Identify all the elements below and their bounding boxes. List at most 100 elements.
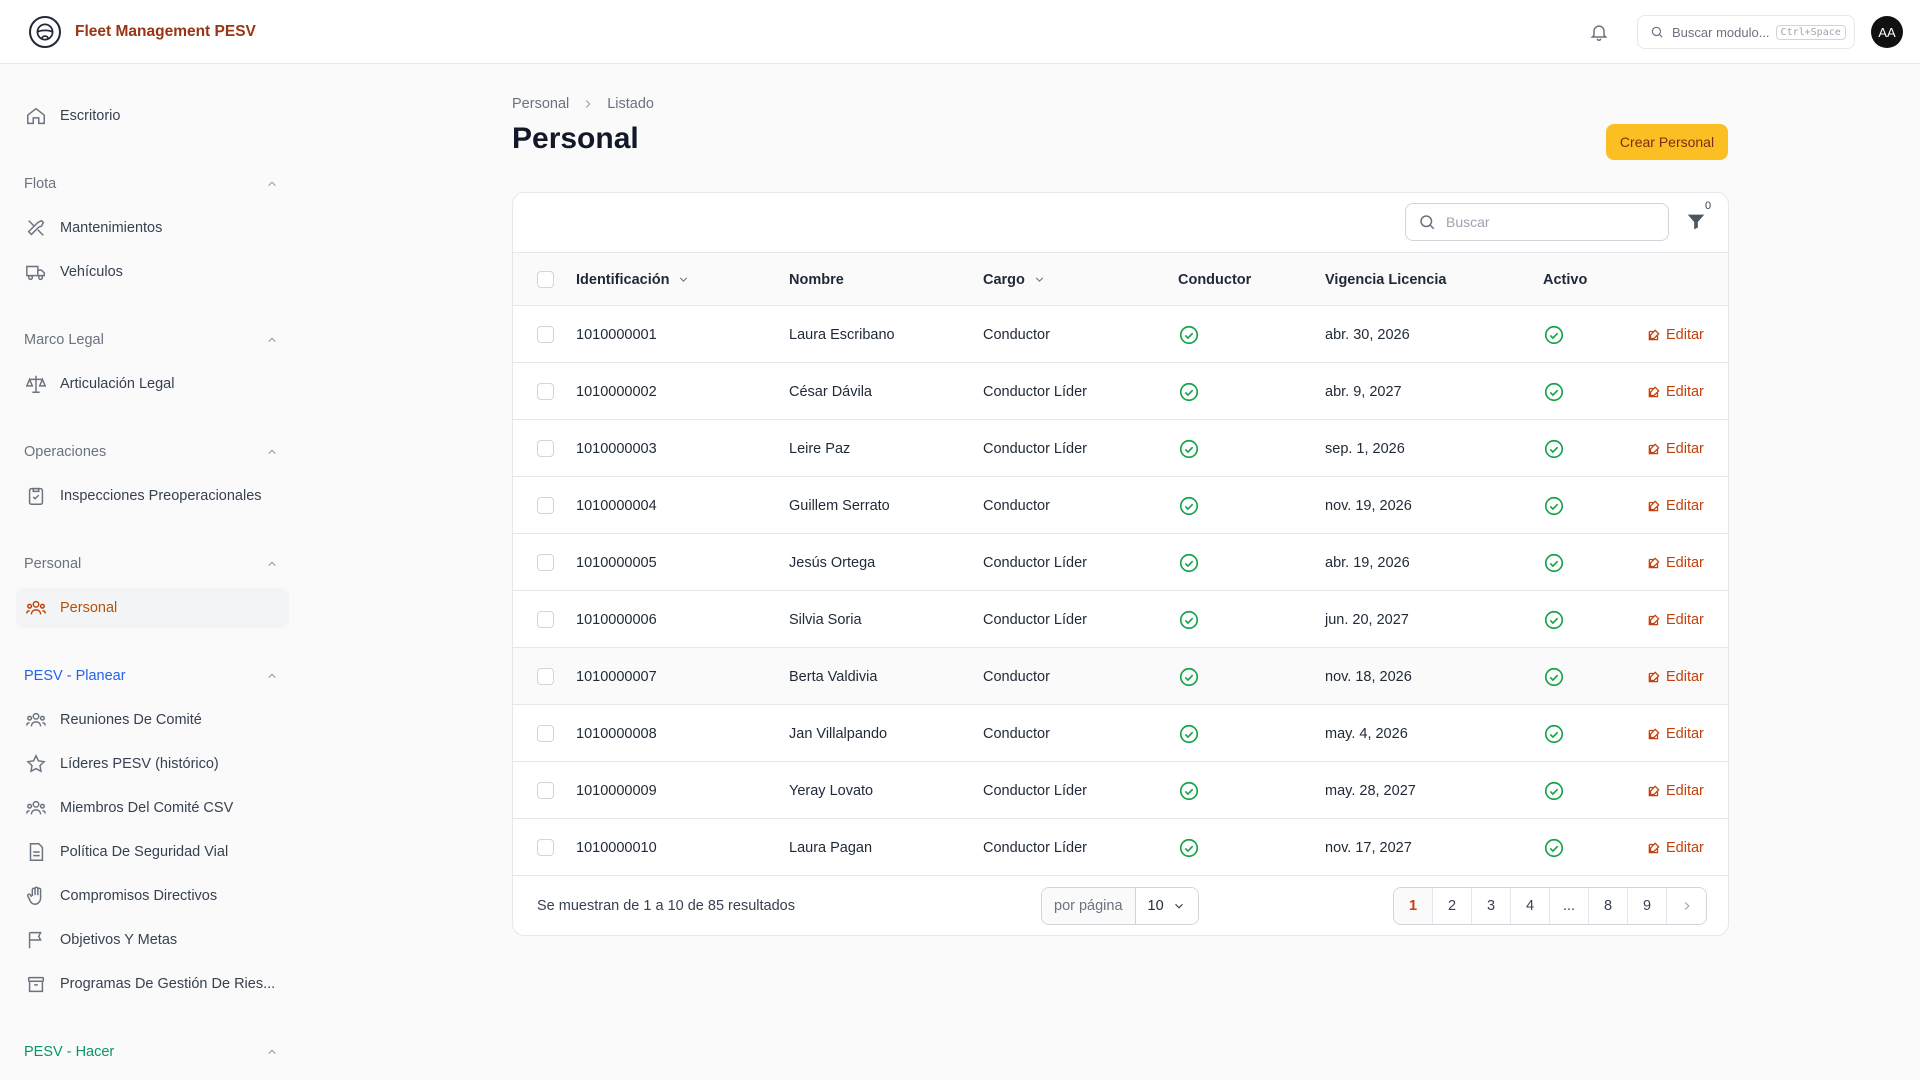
sidebar-item-personal[interactable]: Personal [16, 588, 289, 628]
row-checkbox[interactable] [537, 363, 554, 420]
row-checkbox[interactable] [537, 591, 554, 648]
row-checkbox[interactable] [537, 477, 554, 534]
edit-button[interactable]: Editar [1647, 612, 1704, 628]
chevron-up-icon [264, 668, 280, 684]
table-row[interactable]: 1010000004 Guillem Serrato Conductor nov. 1… [513, 477, 1728, 534]
create-personal-button[interactable]: Crear Personal [1606, 124, 1728, 160]
sidebar-group-operaciones[interactable]: Operaciones [24, 440, 280, 464]
cell-vigencia: abr. 30, 2026 [1325, 326, 1410, 343]
per-page-select[interactable]: por página 10 [1041, 887, 1199, 925]
pagination: 1 2 3 4... 8 9 [1393, 887, 1707, 925]
cell-cargo: Conductor [983, 725, 1050, 742]
page-button[interactable]: 1 [1394, 888, 1433, 924]
table-search-input[interactable] [1446, 214, 1646, 230]
edit-label: Editar [1666, 782, 1704, 799]
cell-identificacion: 1010000006 [576, 611, 657, 628]
table-row[interactable]: 1010000007 Berta Valdivia Conductor nov. 18… [513, 648, 1728, 705]
sidebar-item-inspecciones[interactable]: Inspecciones Preoperacionales [16, 476, 289, 516]
table-row[interactable]: 1010000010 Laura Pagan Conductor Líder nov.… [513, 819, 1728, 876]
sidebar-group-label: Marco Legal [24, 332, 104, 348]
sidebar-item-reuniones[interactable]: Reuniones De Comité [16, 700, 289, 740]
table-row[interactable]: 1010000006 Silvia Soria Conductor Líder jun… [513, 591, 1728, 648]
table-row[interactable]: 1010000001 Laura Escribano Conductor abr. 3… [513, 306, 1728, 363]
edit-label: Editar [1666, 440, 1704, 457]
sidebar-item-label: Compromisos Directivos [60, 888, 218, 904]
page-button[interactable]: 3 [1472, 888, 1511, 924]
edit-label: Editar [1666, 497, 1704, 514]
edit-button[interactable]: Editar [1647, 327, 1704, 343]
row-checkbox[interactable] [537, 306, 554, 363]
sidebar-group-pesv-hacer[interactable]: PESV - Hacer [24, 1040, 280, 1064]
sidebar-item-objetivos[interactable]: Objetivos Y Metas [16, 920, 289, 960]
next-page-button[interactable] [1667, 888, 1706, 924]
column-identificacion[interactable]: Identificación [576, 253, 690, 306]
table-row[interactable]: 1010000009 Yeray Lovato Conductor Líder may… [513, 762, 1728, 819]
check-circle-icon [1543, 420, 1565, 477]
brand[interactable]: Fleet Management PESV [29, 15, 256, 48]
sidebar-item-vehiculos[interactable]: Vehículos [16, 252, 289, 292]
table-row[interactable]: 1010000003 Leire Paz Conductor Líder sep. 1… [513, 420, 1728, 477]
check-circle-icon [1178, 591, 1200, 648]
flag-icon [24, 928, 48, 952]
table-row[interactable]: 1010000002 César Dávila Conductor Líder abr… [513, 363, 1728, 420]
cell-cargo: Conductor [983, 326, 1050, 343]
row-checkbox[interactable] [537, 534, 554, 591]
table-row[interactable]: 1010000005 Jesús Ortega Conductor Líder abr… [513, 534, 1728, 591]
edit-button[interactable]: Editar [1647, 669, 1704, 685]
column-label: Nombre [789, 271, 844, 288]
cell-nombre: Laura Pagan [789, 839, 873, 856]
edit-button[interactable]: Editar [1647, 726, 1704, 742]
sidebar-group-pesv-planear[interactable]: PESV - Planear [24, 664, 280, 688]
table-row[interactable]: 1010000008 Jan Villalpando Conductor may. 4… [513, 705, 1728, 762]
breadcrumb-item[interactable]: Personal [512, 96, 569, 112]
sidebar-item-politica[interactable]: Política De Seguridad Vial [16, 832, 289, 872]
edit-button[interactable]: Editar [1647, 840, 1704, 856]
global-search[interactable]: Buscar modulo... Ctrl+Space [1637, 15, 1855, 49]
sidebar-item-lideres[interactable]: Líderes PESV (histórico) [16, 744, 289, 784]
row-checkbox[interactable] [537, 762, 554, 819]
sidebar-item-mantenimientos[interactable]: Mantenimientos [16, 208, 289, 248]
sidebar-item-escritorio[interactable]: Escritorio [16, 96, 289, 136]
row-checkbox[interactable] [537, 819, 554, 876]
per-page-dropdown[interactable]: 10 [1135, 888, 1198, 924]
logo-icon [29, 15, 61, 48]
bell-icon[interactable] [1587, 20, 1611, 44]
edit-button[interactable]: Editar [1647, 441, 1704, 457]
sidebar-group-marco-legal[interactable]: Marco Legal [24, 328, 280, 352]
sidebar-item-articulacion-legal[interactable]: Articulación Legal [16, 364, 289, 404]
sidebar-item-programas[interactable]: Programas De Gestión De Ries... [16, 964, 289, 1004]
row-checkbox[interactable] [537, 648, 554, 705]
avatar[interactable]: AA [1871, 16, 1903, 48]
cell-nombre: Silvia Soria [789, 611, 862, 628]
select-all-checkbox[interactable] [537, 253, 554, 306]
edit-button[interactable]: Editar [1647, 783, 1704, 799]
cell-nombre: Jesús Ortega [789, 554, 876, 571]
cell-identificacion: 1010000010 [576, 839, 657, 856]
column-label: Vigencia Licencia [1325, 271, 1447, 288]
check-circle-icon [1178, 534, 1200, 591]
filter-count-badge: 0 [1705, 200, 1712, 212]
sidebar-item-miembros[interactable]: Miembros Del Comité CSV [16, 788, 289, 828]
filter-icon[interactable] [1685, 211, 1709, 235]
edit-button[interactable]: Editar [1647, 555, 1704, 571]
edit-button[interactable]: Editar [1647, 384, 1704, 400]
column-cargo[interactable]: Cargo [983, 253, 1046, 306]
sidebar-group-personal[interactable]: Personal [24, 552, 280, 576]
row-checkbox[interactable] [537, 705, 554, 762]
page-button[interactable]: 8 [1589, 888, 1628, 924]
page-button[interactable]: 9 [1628, 888, 1667, 924]
table-card: 0 Identificación Nombre Cargo Conductor … [512, 192, 1729, 936]
page-button[interactable]: 2 [1433, 888, 1472, 924]
cell-nombre: Leire Paz [789, 440, 851, 457]
cell-cargo: Conductor Líder [983, 839, 1087, 856]
edit-icon [1647, 328, 1661, 342]
table-search[interactable] [1405, 203, 1669, 241]
row-checkbox[interactable] [537, 420, 554, 477]
check-circle-icon [1543, 591, 1565, 648]
page-button[interactable]: 4 [1511, 888, 1550, 924]
results-summary: Se muestran de 1 a 10 de 85 resultados [537, 898, 795, 914]
sidebar-item-compromisos[interactable]: Compromisos Directivos [16, 876, 289, 916]
edit-button[interactable]: Editar [1647, 498, 1704, 514]
sidebar-group-flota[interactable]: Flota [24, 172, 280, 196]
wrench-icon [24, 216, 48, 240]
